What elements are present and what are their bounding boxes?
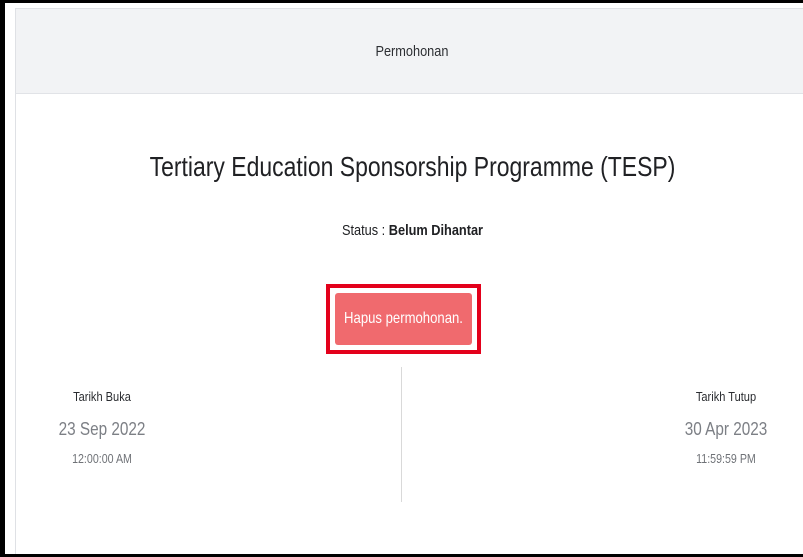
card-header-title: Permohonan [375,42,449,60]
programme-title: Tertiary Education Sponsorship Programme… [149,151,676,182]
status-label: Status : [341,222,386,239]
open-date-label: Tarikh Buka [73,389,131,404]
status-line: Status : Belum Dihantar [75,222,749,239]
status-value: Belum Dihantar [388,222,483,239]
delete-application-button[interactable]: Hapus permohonan. [335,293,472,345]
screenshot-frame: Permohonan Tertiary Education Sponsorshi… [0,0,803,557]
close-date-block: Tarikh Tutup 30 Apr 2023 11:59:59 PM [641,389,803,466]
open-date-value: 23 Sep 2022 [58,419,146,439]
close-date-label: Tarikh Tutup [695,389,757,404]
delete-button-highlight: Hapus permohonan. [326,284,481,354]
date-divider [401,367,402,502]
delete-application-button-label: Hapus permohonan. [344,310,463,327]
close-time-value: 11:59:59 PM [696,451,756,466]
card-body: Tertiary Education Sponsorship Programme… [15,94,803,554]
card-header: Permohonan [15,8,803,94]
open-date-block: Tarikh Buka 23 Sep 2022 12:00:00 AM [17,389,187,466]
open-time-value: 12:00:00 AM [72,451,132,466]
close-date-value: 30 Apr 2023 [684,419,768,439]
